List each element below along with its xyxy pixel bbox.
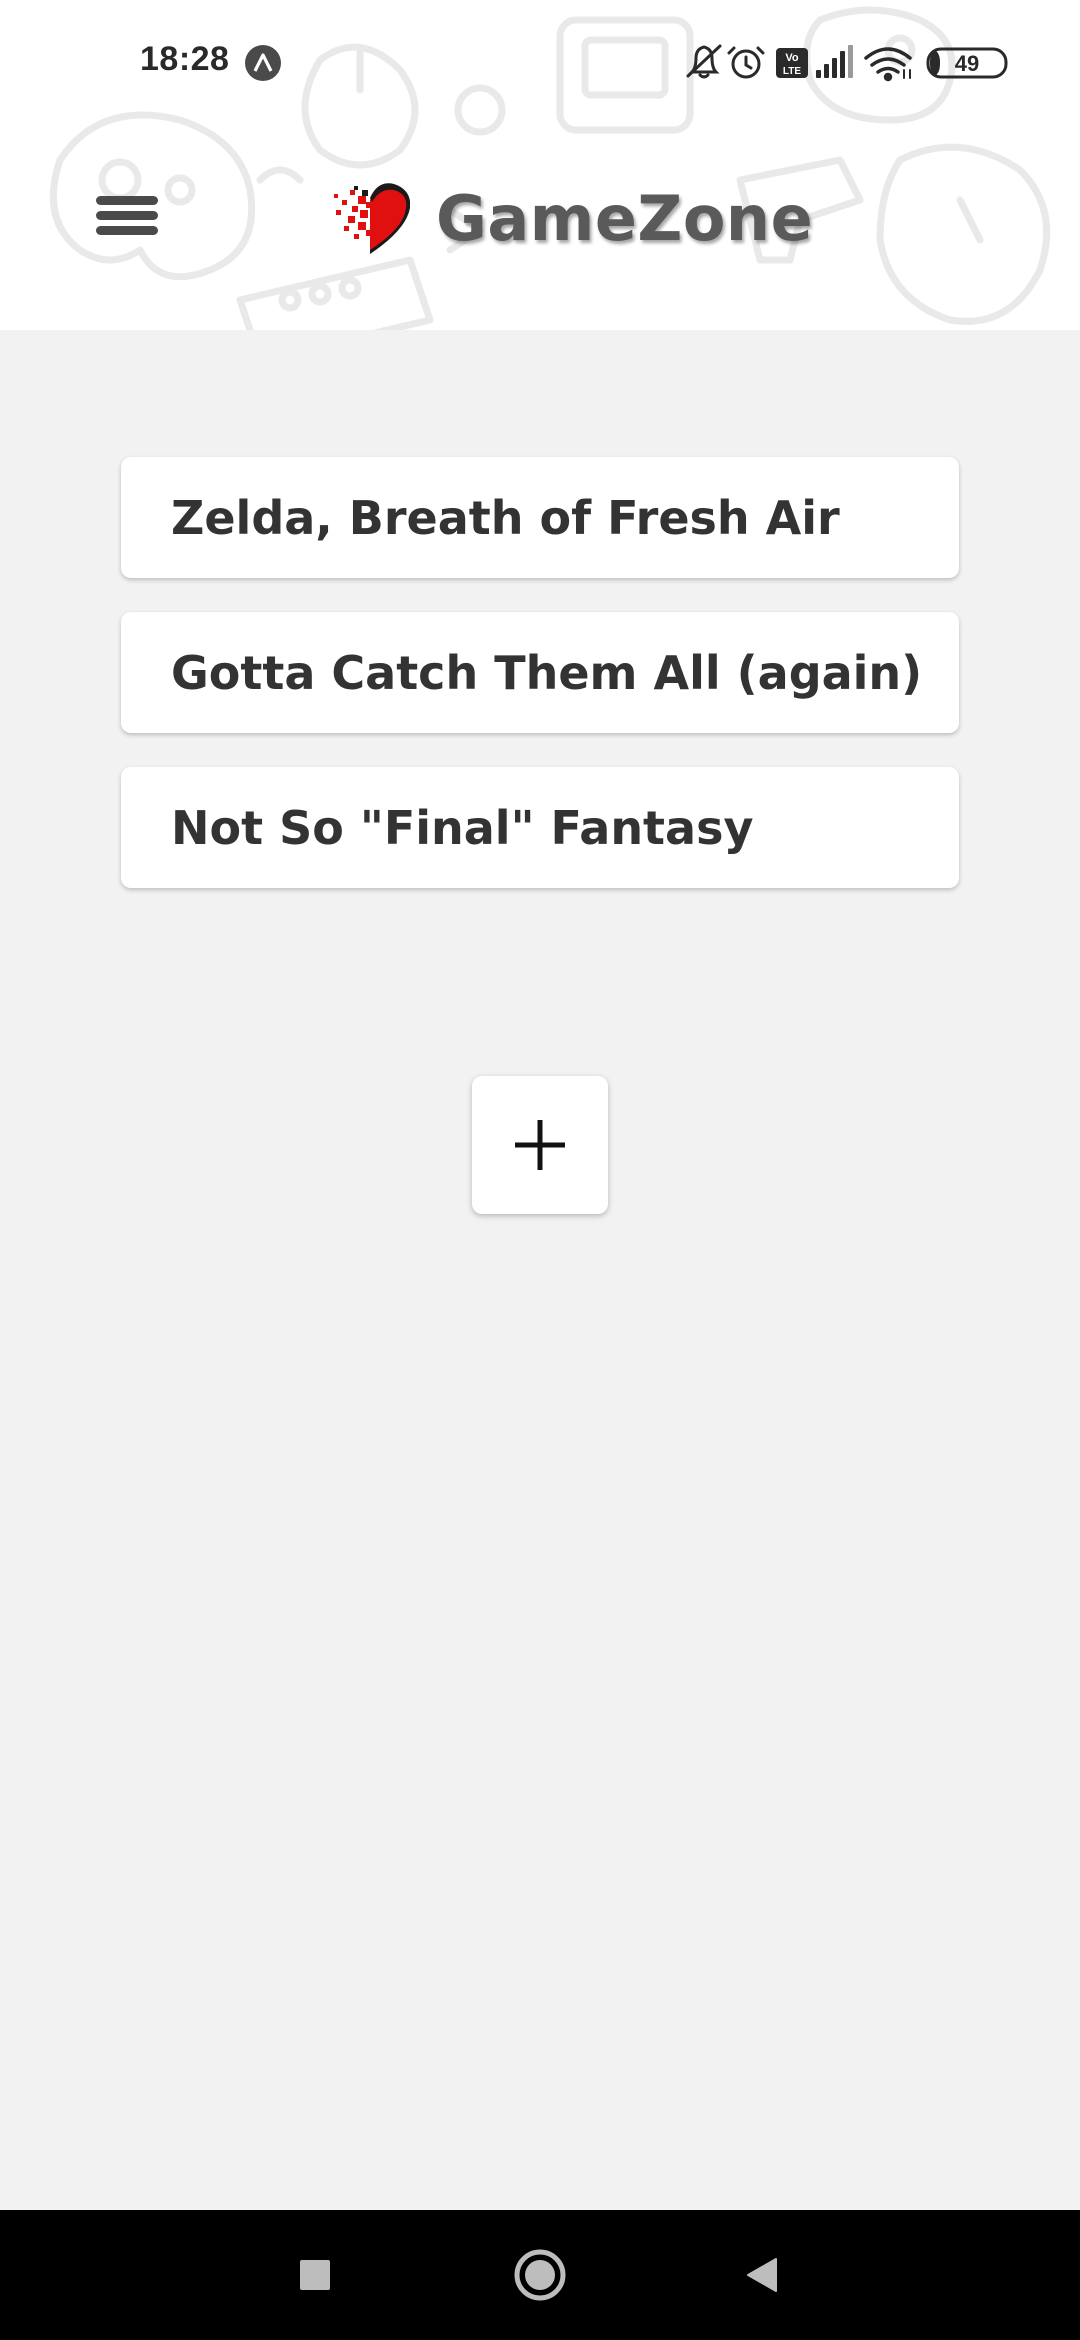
alarm-icon [727,46,765,79]
game-card[interactable]: Gotta Catch Them All (again) [121,612,959,733]
screen: 18:28 Vo LTE 49 GameZone Zelda, Breath o… [0,0,1080,2340]
svg-text:Vo: Vo [785,52,799,64]
game-card[interactable]: Not So "Final" Fantasy [121,767,959,888]
signal-icon [816,45,853,78]
status-icons-group: Vo LTE 49 [686,44,1008,82]
game-card[interactable]: Zelda, Breath of Fresh Air [121,457,959,578]
app-title: GameZone [436,181,814,255]
status-bar: 18:28 Vo LTE 49 [0,0,1080,125]
game-title: Zelda, Breath of Fresh Air [171,490,840,545]
system-nav-bar [0,2210,1080,2340]
plus-icon [515,1120,565,1170]
status-time: 18:28 [140,40,230,78]
battery-icon: 49 [926,47,1008,79]
recents-button[interactable] [275,2210,355,2340]
recents-square-icon [300,2260,330,2290]
pixel-heart-icon [334,183,410,254]
back-triangle-icon [747,2258,777,2292]
game-title: Not So "Final" Fantasy [171,800,754,855]
game-list: Zelda, Breath of Fresh Air Gotta Catch T… [121,457,959,922]
wifi-icon [864,47,912,82]
game-title: Gotta Catch Them All (again) [171,645,923,700]
add-game-button[interactable] [472,1076,608,1214]
volte-icon: Vo LTE [776,48,808,78]
svg-text:LTE: LTE [783,66,801,77]
app-brand: GameZone [330,168,813,268]
expo-app-icon [245,45,281,81]
back-button[interactable] [722,2210,802,2340]
home-circle-icon [514,2249,566,2301]
mute-icon [686,44,722,79]
hamburger-menu-icon[interactable] [88,186,168,246]
battery-level: 49 [955,51,979,76]
home-button[interactable] [500,2210,580,2340]
